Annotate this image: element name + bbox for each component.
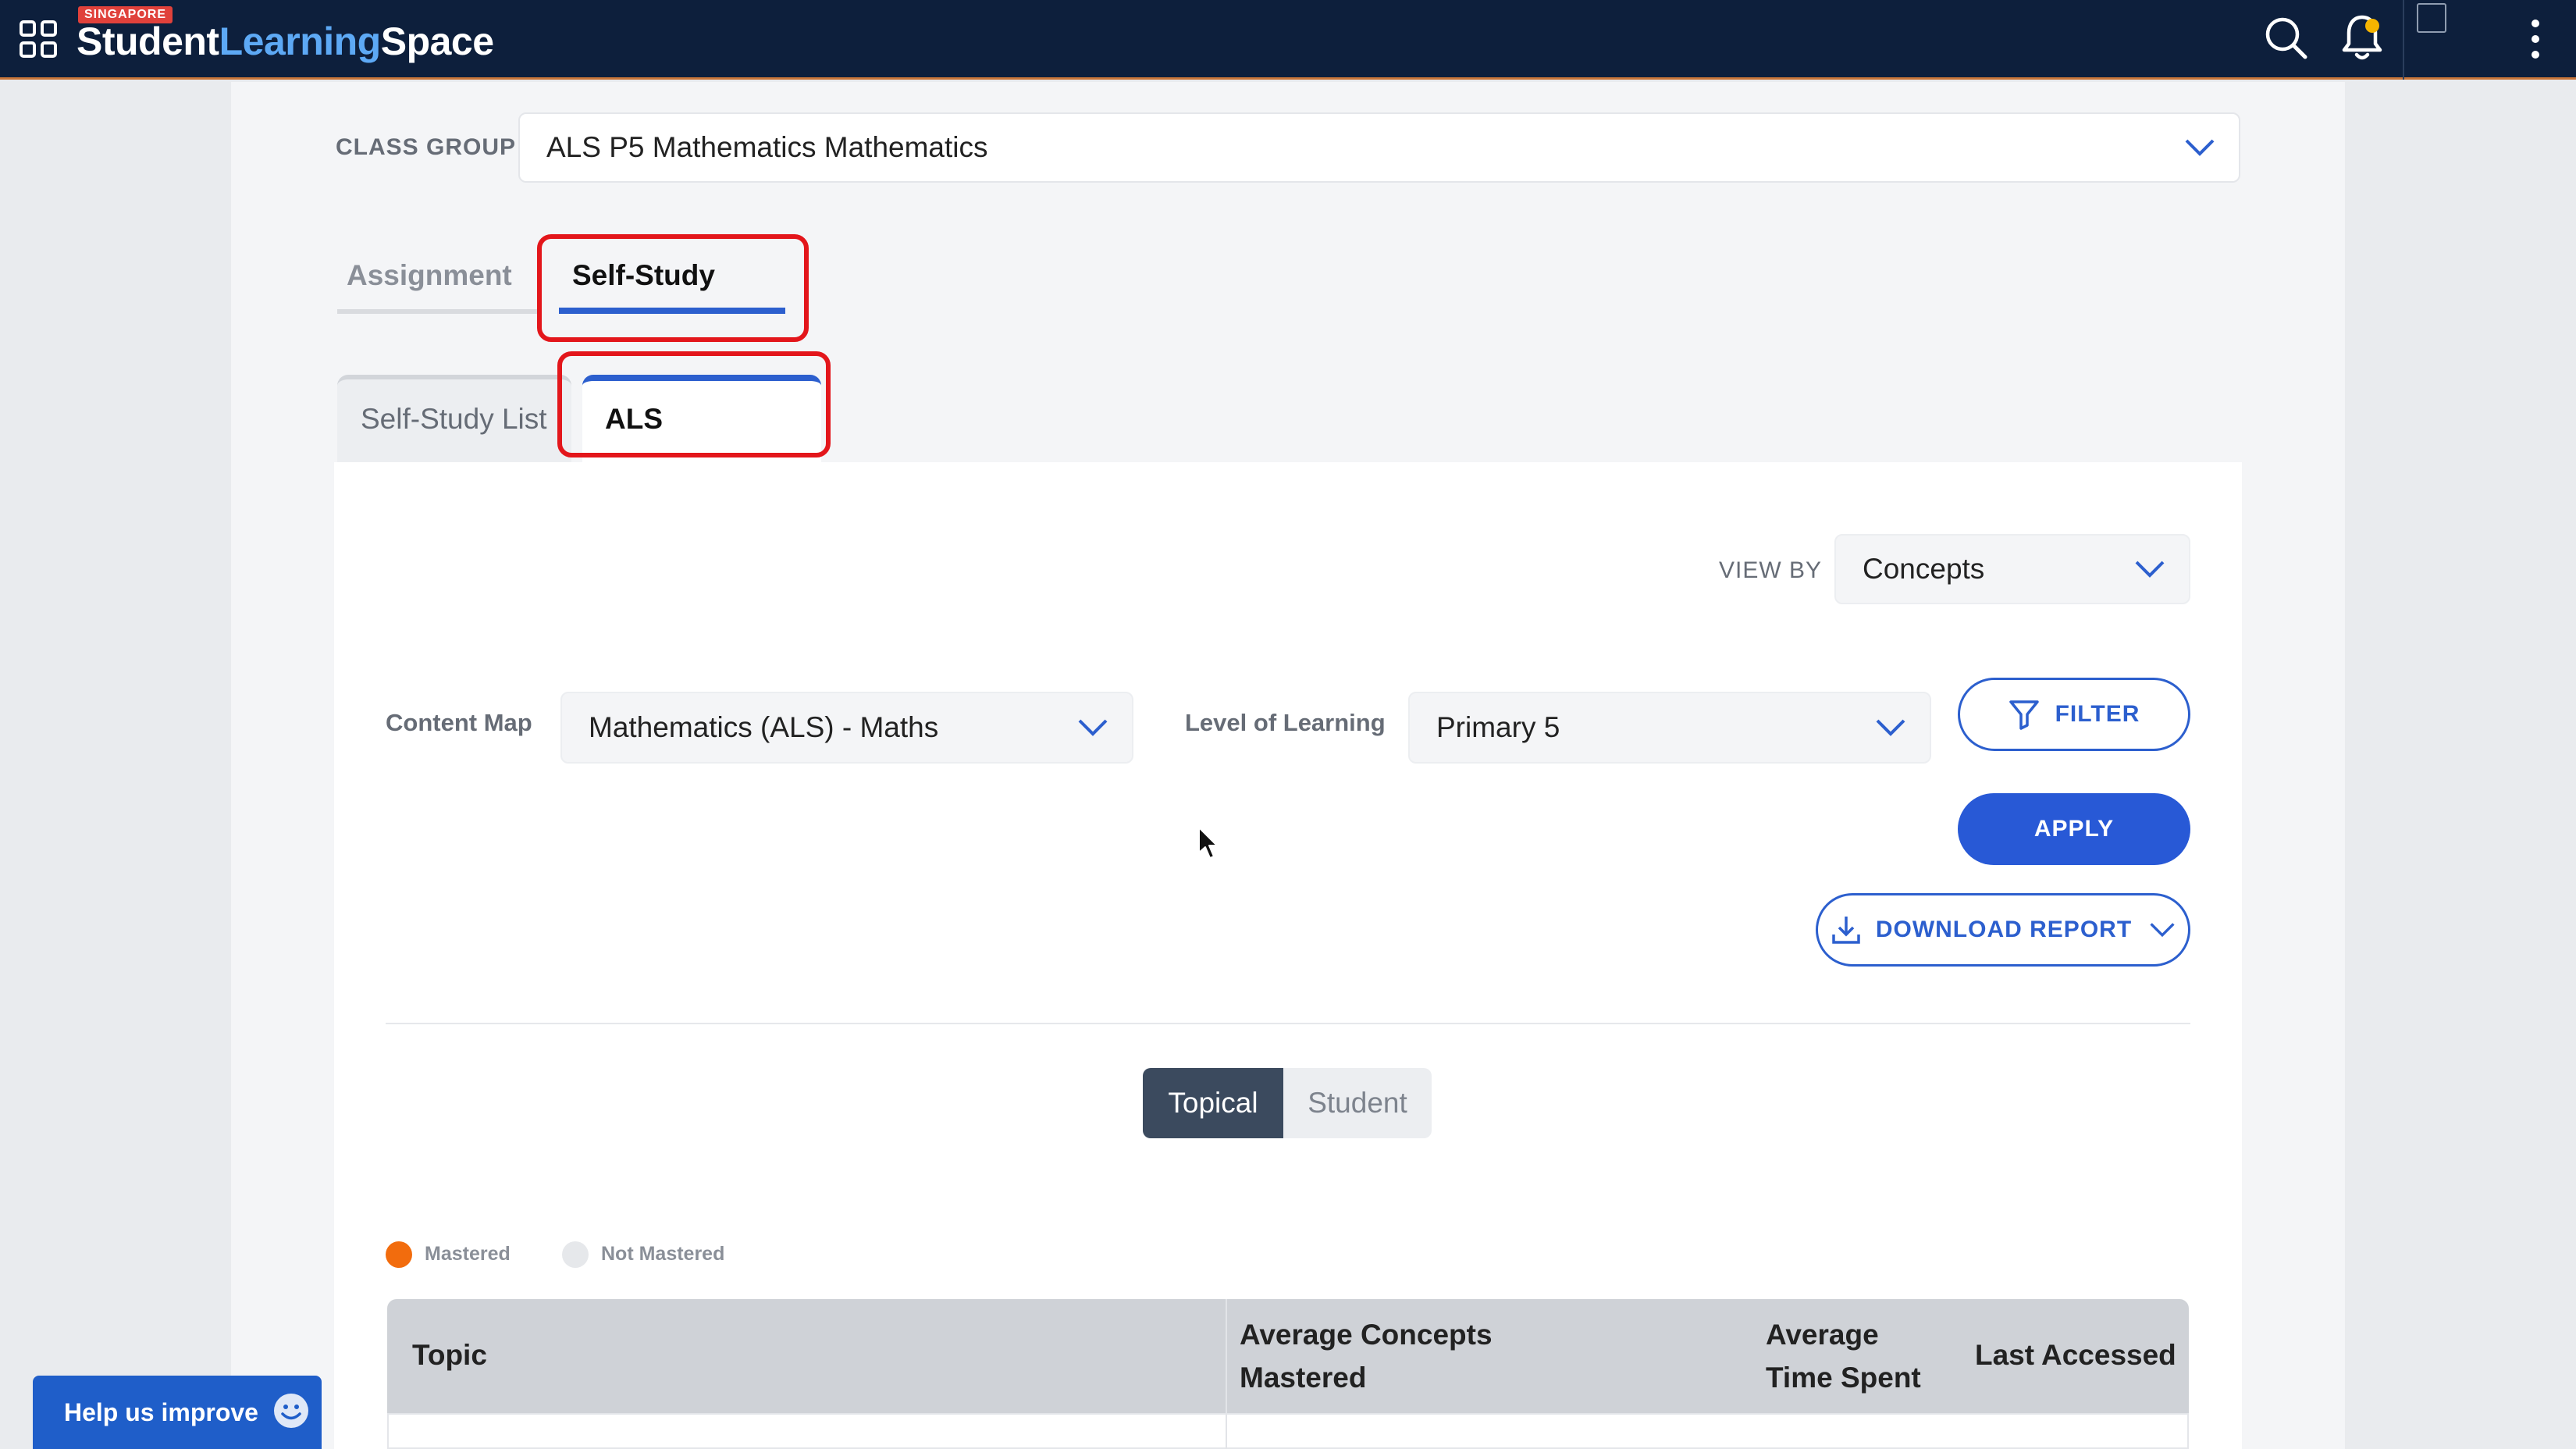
download-icon bbox=[1832, 917, 1860, 944]
column-header-average-time-spent[interactable]: Average Time Spent bbox=[1766, 1313, 1930, 1399]
topbar-divider bbox=[2403, 0, 2404, 80]
level-of-learning-select[interactable]: Primary 5 bbox=[1408, 692, 1931, 764]
avatar[interactable] bbox=[2417, 3, 2446, 33]
class-group-select[interactable]: ALS P5 Mathematics Mathematics bbox=[518, 112, 2240, 183]
highlight-box-als bbox=[557, 351, 831, 457]
legend-mastered-label: Mastered bbox=[425, 1243, 511, 1265]
level-of-learning-value: Primary 5 bbox=[1436, 711, 1560, 743]
funnel-icon bbox=[2008, 700, 2039, 730]
column-divider bbox=[1226, 1415, 1227, 1449]
column-divider bbox=[1226, 1299, 1227, 1413]
tab-assignment[interactable]: Assignment bbox=[347, 259, 512, 292]
apply-button[interactable]: APPLY bbox=[1958, 793, 2190, 865]
mouse-cursor-icon bbox=[1198, 827, 1218, 859]
column-header-topic[interactable]: Topic bbox=[412, 1333, 487, 1376]
chevron-down-icon bbox=[2150, 923, 2175, 938]
section-divider bbox=[386, 1023, 2190, 1024]
search-icon[interactable] bbox=[2262, 14, 2309, 61]
notification-dot bbox=[2365, 19, 2379, 33]
table-row bbox=[387, 1413, 2189, 1449]
chevron-down-icon bbox=[2185, 139, 2215, 156]
more-vertical-icon[interactable] bbox=[2520, 16, 2551, 62]
subtab-self-study-list[interactable]: Self-Study List bbox=[361, 403, 547, 436]
help-us-improve-button[interactable]: Help us improve bbox=[33, 1376, 322, 1449]
content-map-label: Content Map bbox=[386, 709, 532, 736]
apply-button-label: APPLY bbox=[2033, 816, 2115, 842]
brand-logo[interactable]: StudentLearningSpace bbox=[76, 19, 494, 64]
help-us-improve-label: Help us improve bbox=[64, 1397, 258, 1426]
smiley-icon bbox=[274, 1394, 308, 1428]
column-header-last-accessed[interactable]: Last Accessed bbox=[1975, 1333, 2176, 1376]
class-group-label: CLASS GROUP bbox=[336, 134, 517, 160]
top-bar: SINGAPORE StudentLearningSpace bbox=[0, 0, 2576, 80]
bell-icon[interactable] bbox=[2339, 12, 2386, 62]
content-map-value: Mathematics (ALS) - Maths bbox=[589, 711, 939, 743]
highlight-box-self-study bbox=[537, 234, 809, 342]
content-map-select[interactable]: Mathematics (ALS) - Maths bbox=[560, 692, 1133, 764]
chevron-down-icon bbox=[2135, 561, 2165, 578]
brand-word-learning: Learning bbox=[219, 20, 382, 63]
view-by-select[interactable]: Concepts bbox=[1834, 534, 2190, 604]
tab-assignment-underline bbox=[337, 309, 540, 314]
segment-student[interactable]: Student bbox=[1283, 1068, 1432, 1138]
apps-grid-icon[interactable] bbox=[19, 20, 58, 59]
segment-topical[interactable]: Topical bbox=[1143, 1068, 1283, 1138]
legend-not-mastered-label: Not Mastered bbox=[601, 1243, 725, 1265]
download-report-button[interactable]: DOWNLOAD REPORT bbox=[1816, 893, 2190, 967]
brand-word-space: Space bbox=[380, 20, 494, 63]
table-header: Topic Average Concepts Mastered Average … bbox=[387, 1299, 2189, 1413]
brand-word-student: Student bbox=[76, 20, 219, 63]
view-by-label: VIEW BY bbox=[1719, 557, 1823, 583]
column-header-average-concepts-mastered[interactable]: Average Concepts Mastered bbox=[1240, 1313, 1536, 1399]
chevron-down-icon bbox=[1876, 719, 1905, 736]
legend-not-mastered-dot bbox=[562, 1241, 589, 1268]
filter-button[interactable]: FILTER bbox=[1958, 678, 2190, 751]
class-group-value: ALS P5 Mathematics Mathematics bbox=[546, 131, 988, 163]
view-by-value: Concepts bbox=[1863, 553, 1985, 585]
download-report-label: DOWNLOAD REPORT bbox=[1875, 917, 2133, 942]
chevron-down-icon bbox=[1078, 719, 1108, 736]
filter-button-label: FILTER bbox=[2055, 701, 2140, 727]
level-of-learning-label: Level of Learning bbox=[1185, 709, 1386, 736]
legend-mastered-dot bbox=[386, 1241, 412, 1268]
